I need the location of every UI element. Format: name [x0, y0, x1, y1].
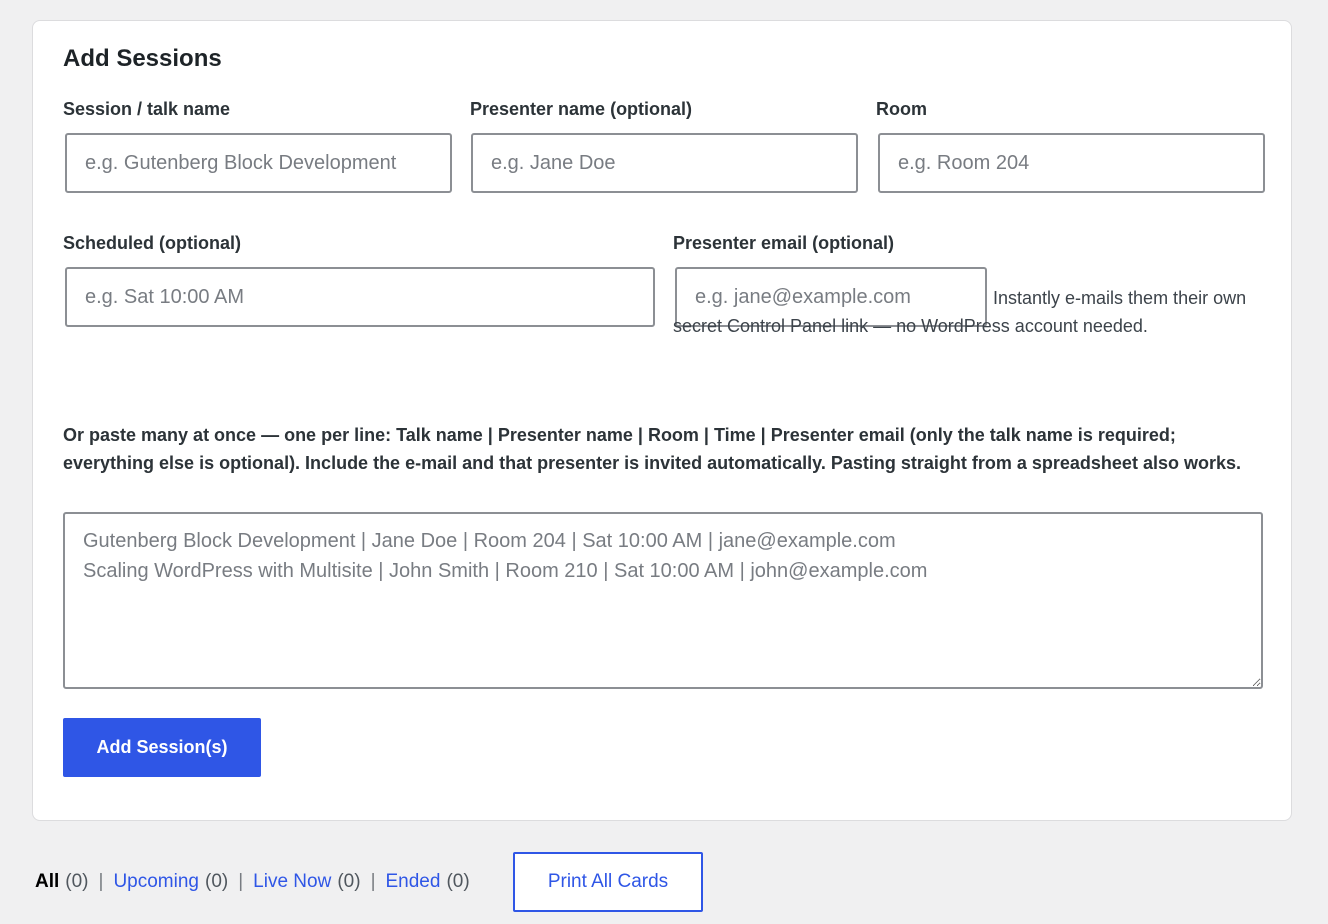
- room-label: Room: [876, 99, 927, 119]
- bulk-paste-help: Or paste many at once — one per line: Ta…: [63, 425, 1241, 473]
- scheduled-label: Scheduled (optional): [63, 233, 241, 253]
- filter-ended-count: (0): [446, 871, 470, 892]
- add-sessions-card: Add Sessions Session / talk name Present…: [32, 20, 1292, 821]
- room-input[interactable]: [878, 133, 1265, 193]
- presenter-name-label: Presenter name (optional): [470, 99, 693, 119]
- form-title: Add Sessions: [63, 45, 222, 72]
- presenter-email-label: Presenter email (optional): [673, 233, 895, 253]
- filter-all-count: (0): [65, 871, 89, 892]
- filter-upcoming-count: (0): [205, 871, 229, 892]
- filter-all[interactable]: All: [35, 871, 59, 893]
- filter-separator: |: [98, 871, 104, 892]
- status-filter-links: All (0) | Upcoming (0) | Live Now (0) | …: [35, 868, 470, 896]
- session-name-input[interactable]: [65, 133, 452, 193]
- filter-ended[interactable]: Ended: [386, 871, 441, 893]
- presenter-name-input[interactable]: [471, 133, 858, 193]
- add-sessions-button[interactable]: Add Session(s): [63, 718, 261, 777]
- filter-live-now[interactable]: Live Now: [253, 871, 331, 893]
- filter-separator: |: [238, 871, 244, 892]
- print-all-cards-button[interactable]: Print All Cards: [513, 852, 703, 912]
- filter-separator: |: [370, 871, 376, 892]
- filter-live-now-count: (0): [337, 871, 361, 892]
- scheduled-input[interactable]: [65, 267, 655, 327]
- bulk-paste-textarea[interactable]: [63, 512, 1263, 689]
- presenter-email-hint: Instantly e-mails them their own secret …: [673, 288, 1247, 336]
- filter-upcoming[interactable]: Upcoming: [113, 871, 199, 893]
- session-name-label: Session / talk name: [63, 99, 231, 119]
